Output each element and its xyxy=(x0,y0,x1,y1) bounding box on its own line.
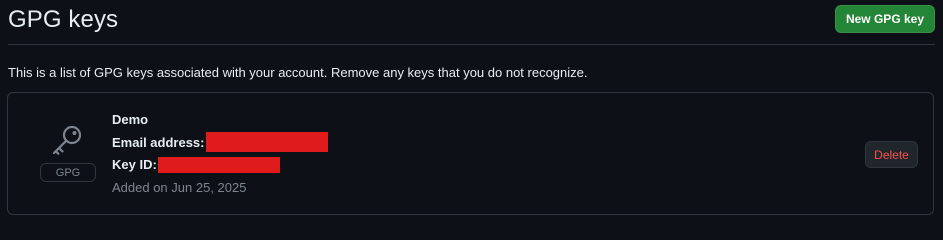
page-title: GPG keys xyxy=(8,6,119,33)
gpg-key-item xyxy=(7,92,934,215)
page-header: GPG keys New GPG key xyxy=(0,0,943,44)
new-gpg-key-button[interactable]: New GPG key xyxy=(835,5,935,33)
email-address-label: Email address: xyxy=(112,135,205,150)
header-divider xyxy=(8,44,935,45)
key-type-badge: GPG xyxy=(40,163,96,182)
email-redaction xyxy=(206,132,328,152)
key-name: Demo xyxy=(112,112,149,127)
key-id-redaction xyxy=(158,157,280,173)
page-description: This is a list of GPG keys associated wi… xyxy=(8,65,588,80)
delete-key-button[interactable]: Delete xyxy=(865,141,918,168)
key-icon xyxy=(46,125,86,157)
added-on-date: Added on Jun 25, 2025 xyxy=(112,180,247,195)
key-id-label: Key ID: xyxy=(112,157,157,172)
